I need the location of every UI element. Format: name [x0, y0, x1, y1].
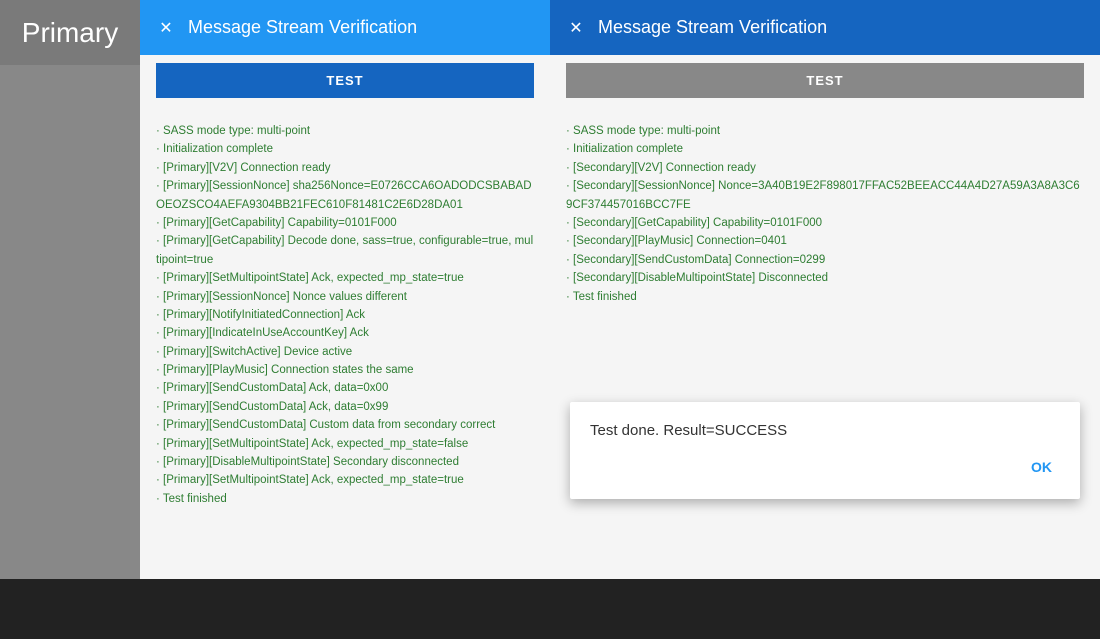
- left-panel: Primary ✕ Message Stream Verification TE…: [0, 0, 550, 639]
- right-test-button: TEST: [566, 63, 1084, 98]
- ok-button[interactable]: OK: [1023, 455, 1060, 479]
- left-log-text: · SASS mode type: multi-point· Initializ…: [156, 122, 534, 508]
- result-message: Test done. Result=SUCCESS: [590, 422, 1060, 439]
- right-bottom-bar: [550, 579, 1100, 639]
- right-dialog-header: ✕ Message Stream Verification: [550, 0, 1100, 55]
- left-dialog: ✕ Message Stream Verification TEST · SAS…: [140, 0, 550, 579]
- ok-button-container: OK: [590, 455, 1060, 479]
- right-close-button[interactable]: ✕: [566, 18, 586, 38]
- result-dialog: Test done. Result=SUCCESS OK: [570, 402, 1080, 499]
- primary-label: Primary: [22, 17, 118, 49]
- left-dialog-title: Message Stream Verification: [188, 17, 417, 38]
- right-panel: Secondary ✕ Message Stream Verification …: [550, 0, 1100, 639]
- left-test-button[interactable]: TEST: [156, 63, 534, 98]
- left-dialog-body: · SASS mode type: multi-point· Initializ…: [140, 110, 550, 579]
- right-dialog-body: · SASS mode type: multi-point· Initializ…: [550, 110, 1100, 579]
- left-close-button[interactable]: ✕: [156, 18, 176, 38]
- right-dialog: ✕ Message Stream Verification TEST · SAS…: [550, 0, 1100, 579]
- right-dialog-title: Message Stream Verification: [598, 17, 827, 38]
- left-bottom-bar: [0, 579, 550, 639]
- left-dialog-header: ✕ Message Stream Verification: [140, 0, 550, 55]
- left-panel-title: Primary: [0, 0, 140, 65]
- right-log-text: · SASS mode type: multi-point· Initializ…: [566, 122, 1084, 306]
